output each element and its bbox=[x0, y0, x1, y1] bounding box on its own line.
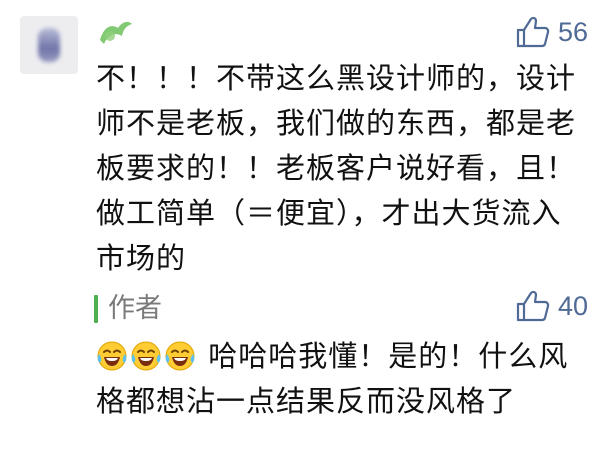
reply-like-button[interactable]: 40 bbox=[516, 290, 588, 322]
avatar-image bbox=[38, 28, 60, 62]
thumbs-up-icon bbox=[516, 290, 550, 322]
author-accent-bar bbox=[94, 295, 98, 323]
emoji-row bbox=[96, 339, 208, 373]
reply-like-count: 40 bbox=[557, 291, 588, 321]
comment-text: 不！！！不带这么黑设计师的，设计师不是老板，我们做的东西，都是老板要求的！！老板… bbox=[96, 61, 577, 275]
user-avatar[interactable] bbox=[20, 16, 78, 74]
laughing-tears-emoji-icon bbox=[97, 341, 127, 371]
laughing-tears-emoji-icon bbox=[165, 341, 195, 371]
comment-like-count: 56 bbox=[557, 17, 588, 47]
comment-like-button[interactable]: 56 bbox=[516, 16, 588, 48]
author-label-text: 作者 bbox=[108, 293, 162, 324]
thumbs-up-icon bbox=[516, 16, 550, 48]
laughing-tears-emoji-icon bbox=[131, 341, 161, 371]
nickname-icon[interactable] bbox=[96, 18, 134, 46]
author-label: 作者 bbox=[94, 292, 162, 326]
reply-text-block: 哈哈哈我懂！是的！什么风格都想沾一点结果反而没风格了 bbox=[96, 334, 590, 424]
